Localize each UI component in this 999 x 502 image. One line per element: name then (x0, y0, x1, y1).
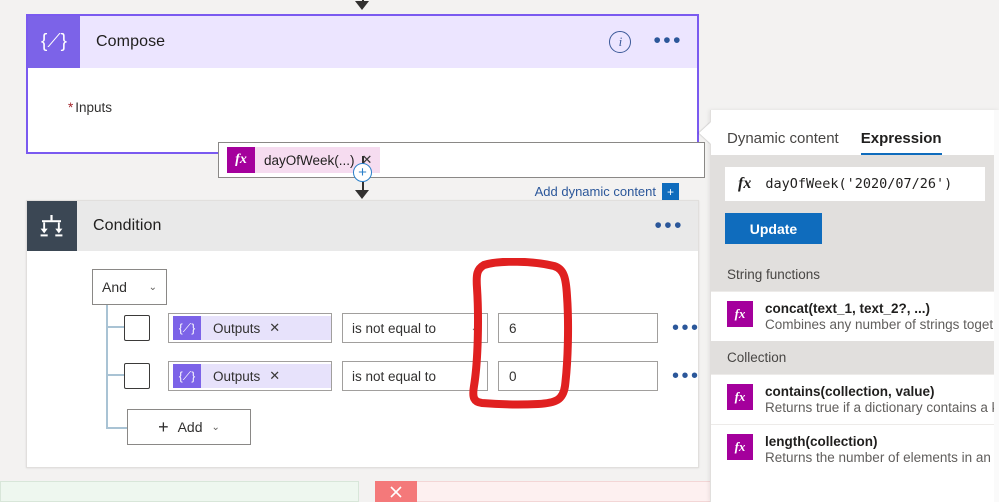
flyout-pointer (699, 122, 711, 144)
function-item-text: length(collection) Returns the number of… (765, 434, 999, 465)
condition-operator-value: is not equal to (352, 368, 437, 384)
function-item-text: concat(text_1, text_2?, ...) Combines an… (765, 301, 999, 332)
outputs-token[interactable]: {⟋} Outputs ✕ (173, 364, 331, 388)
fx-icon: fx (727, 434, 753, 460)
function-name: concat(text_1, text_2?, ...) (765, 301, 931, 316)
expression-flyout-panel: Dynamic content Expression fx dayOfWeek(… (710, 110, 999, 502)
condition-operator-value: is not equal to (352, 320, 437, 336)
condition-row-checkbox[interactable] (124, 315, 150, 341)
function-item-text: contains(collection, value) Returns true… (765, 384, 999, 415)
add-dynamic-content-label: Add dynamic content (534, 184, 656, 199)
chevron-down-icon: ⌄ (470, 322, 479, 334)
condition-operator-dropdown[interactable]: is not equal to ⌄ (342, 361, 488, 391)
function-description: Combines any number of strings togeth (765, 317, 999, 332)
condition-header-actions: ••• (654, 201, 684, 253)
connector-arrow-mid (355, 190, 369, 199)
add-condition-label: Add (177, 419, 203, 435)
flyout-scrollbar[interactable] (994, 110, 999, 502)
chevron-down-icon: ⌄ (470, 370, 479, 382)
condition-value-text: 6 (509, 320, 517, 336)
expression-token-label: dayOfWeek(...) (264, 152, 355, 168)
close-icon[interactable]: ✕ (269, 320, 288, 336)
tab-dynamic-content[interactable]: Dynamic content (727, 130, 839, 155)
condition-tree-branch-1 (106, 326, 124, 328)
chevron-down-icon: ⌄ (211, 421, 220, 433)
condition-value-input[interactable]: 0 (498, 361, 658, 391)
connector-arrow-top (355, 1, 369, 10)
function-description: Returns the number of elements in an a (765, 450, 999, 465)
logic-operator-dropdown[interactable]: And ⌄ (92, 269, 167, 305)
plus-icon[interactable]: + (662, 183, 679, 200)
condition-operator-dropdown[interactable]: is not equal to ⌄ (342, 313, 488, 343)
condition-value-input[interactable]: 6 (498, 313, 658, 343)
required-asterisk: * (68, 100, 74, 115)
add-condition-button[interactable]: + Add ⌄ (127, 409, 251, 445)
close-icon[interactable]: ✕ (269, 368, 288, 384)
expression-input-value: dayOfWeek('2020/07/26') (765, 176, 953, 192)
fx-icon: fx (727, 384, 753, 410)
compose-output-icon: {⟋} (173, 364, 201, 388)
condition-left-operand-field[interactable]: {⟋} Outputs ✕ (168, 361, 332, 391)
fx-icon: fx (227, 147, 255, 173)
condition-overflow-menu-icon[interactable]: ••• (654, 215, 684, 236)
add-dynamic-content-link[interactable]: Add dynamic content + (535, 183, 679, 200)
compose-header-actions: i ••• (609, 16, 683, 68)
info-icon[interactable]: i (609, 31, 632, 53)
compose-card-body: * Inputs fx dayOfWeek(...) ✕ Add dynamic … (28, 68, 705, 200)
condition-row: {⟋} Outputs ✕ is not equal to ⌄ 0 ••• (124, 361, 701, 391)
condition-card-title: Condition (93, 217, 162, 234)
update-button[interactable]: Update (725, 213, 822, 244)
condition-split-icon (27, 201, 77, 251)
expression-editor-area: fx dayOfWeek('2020/07/26') Update (711, 155, 999, 258)
condition-card-body: And ⌄ {⟋} Outputs ✕ is not equal to ⌄ 6 … (27, 251, 698, 467)
inputs-label-text: Inputs (75, 100, 113, 115)
if-yes-branch-card[interactable] (0, 481, 359, 502)
condition-tree-branch-3 (106, 427, 127, 429)
condition-left-operand-field[interactable]: {⟋} Outputs ✕ (168, 313, 332, 343)
inputs-field-label: * Inputs (68, 100, 112, 115)
condition-card-header: Condition ••• (27, 201, 698, 251)
condition-action-card[interactable]: Condition ••• And ⌄ {⟋} Outputs ✕ is not… (26, 200, 699, 468)
inputs-input-field[interactable]: fx dayOfWeek(...) ✕ (218, 142, 705, 178)
function-list-item[interactable]: fx concat(text_1, text_2?, ...) Combines… (711, 291, 999, 341)
flyout-tabs: Dynamic content Expression (711, 110, 999, 155)
condition-row: {⟋} Outputs ✕ is not equal to ⌄ 6 ••• (124, 313, 701, 343)
insert-step-button[interactable]: + (353, 163, 372, 182)
function-list-item[interactable]: fx contains(collection, value) Returns t… (711, 374, 999, 424)
function-name: contains(collection, value) (765, 384, 935, 399)
tab-expression[interactable]: Expression (860, 130, 942, 155)
function-name: length(collection) (765, 434, 878, 449)
compose-overflow-menu-icon[interactable]: ••• (653, 30, 683, 51)
if-no-branch-icon (375, 481, 417, 502)
outputs-token[interactable]: {⟋} Outputs ✕ (173, 316, 331, 340)
condition-value-text: 0 (509, 368, 517, 384)
outputs-token-label: Outputs (213, 320, 261, 336)
compose-card-title: Compose (96, 33, 166, 50)
condition-row-checkbox[interactable] (124, 363, 150, 389)
condition-tree-trunk (106, 305, 108, 429)
condition-tree-branch-2 (106, 374, 124, 376)
section-heading-string-functions: String functions (711, 258, 999, 291)
condition-row-menu-icon[interactable]: ••• (672, 318, 701, 338)
flow-designer-canvas: {⟋} Compose i ••• * Inputs fx dayOfWeek(.… (0, 0, 712, 502)
compose-action-card[interactable]: {⟋} Compose i ••• * Inputs fx dayOfWeek(.… (26, 14, 705, 200)
function-list-item[interactable]: fx length(collection) Returns the number… (711, 424, 999, 474)
fx-icon: fx (738, 175, 752, 192)
if-no-branch-card[interactable] (375, 481, 712, 502)
plus-icon: + (158, 416, 169, 437)
condition-row-menu-icon[interactable]: ••• (672, 366, 701, 386)
section-heading-collection: Collection (711, 341, 999, 374)
compose-card-header: {⟋} Compose i ••• (28, 16, 697, 68)
compose-braces-icon: {⟋} (28, 16, 80, 68)
function-description: Returns true if a dictionary contains a … (765, 400, 999, 415)
outputs-token-label: Outputs (213, 368, 261, 384)
chevron-down-icon: ⌄ (148, 281, 157, 293)
fx-icon: fx (727, 301, 753, 327)
compose-output-icon: {⟋} (173, 316, 201, 340)
logic-operator-value: And (102, 279, 127, 295)
expression-input[interactable]: fx dayOfWeek('2020/07/26') (725, 167, 985, 201)
